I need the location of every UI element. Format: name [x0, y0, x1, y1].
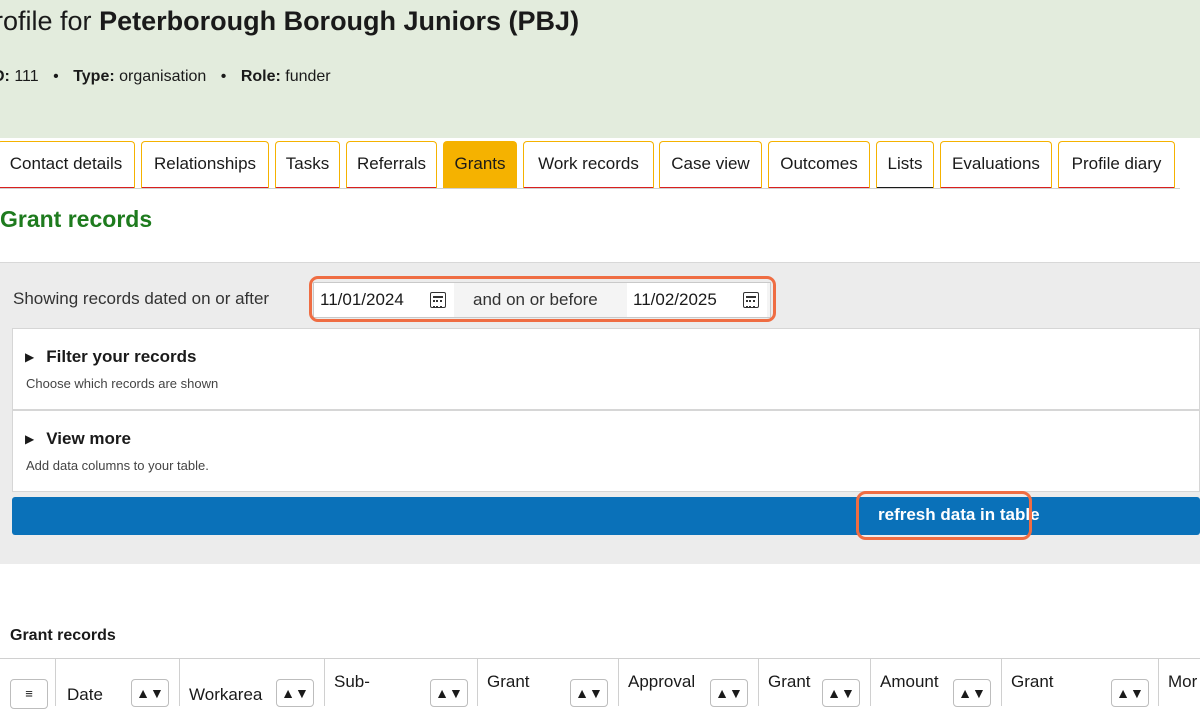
column-label: Grant	[1011, 672, 1054, 691]
sort-icon[interactable]: ▲▼	[1111, 679, 1149, 707]
column-header-grant-2: Grant ▲▼	[759, 659, 871, 707]
table-caption: Grant records	[10, 627, 116, 644]
filter-records-title: Filter your records	[46, 347, 197, 366]
sort-icon[interactable]: ▲▼	[131, 679, 169, 707]
column-label: Workarea	[189, 685, 263, 704]
sort-icon[interactable]: ▲▼	[276, 679, 314, 707]
column-label: Grant	[487, 672, 530, 691]
organisation-name: Peterborough Borough Juniors (PBJ)	[99, 6, 580, 36]
column-header-more: Mor	[1159, 659, 1200, 706]
filter-records-toggle[interactable]: ▶ Filter your records	[25, 347, 196, 367]
triangle-right-icon: ▶	[25, 350, 35, 364]
column-label: Sub-	[334, 672, 370, 691]
table-header-row: ≡ Date ▲▼ Workarea ▲▼ Sub- ▲▼ Grant ▲▼ A…	[0, 658, 1200, 709]
sort-icon[interactable]: ▲▼	[822, 679, 860, 707]
tab-grants[interactable]: Grants	[443, 141, 517, 189]
column-header-sub: Sub- ▲▼	[325, 659, 478, 707]
view-more-title: View more	[46, 429, 131, 448]
id-label: D:	[0, 68, 10, 85]
meta-separator: •	[220, 68, 227, 85]
role-value: funder	[285, 68, 331, 85]
date-from-input[interactable]: 11/01/2024	[314, 283, 454, 317]
sort-icon[interactable]: ▲▼	[953, 679, 991, 707]
column-header-approval: Approval ▲▼	[619, 659, 759, 707]
view-more-toggle[interactable]: ▶ View more	[25, 429, 131, 449]
tab-referrals[interactable]: Referrals	[346, 141, 437, 189]
column-label: Approval	[628, 672, 696, 691]
column-label: Date	[67, 685, 103, 704]
page-title-prefix: rofile for	[0, 6, 92, 36]
refresh-data-label[interactable]: refresh data in table	[878, 505, 1040, 525]
tab-relationships[interactable]: Relationships	[141, 141, 269, 189]
filter-records-subtitle: Choose which records are shown	[26, 376, 219, 391]
tab-contact-details[interactable]: Contact details	[0, 141, 135, 189]
column-header-date: Date ▲▼	[56, 659, 180, 707]
date-range-label: Showing records dated on or after	[13, 289, 270, 308]
page-title: rofile for Peterborough Borough Juniors …	[0, 6, 579, 37]
sort-icon[interactable]: ▲▼	[710, 679, 748, 707]
tabs-divider	[0, 188, 1180, 189]
column-header-grant-3: Grant ▲▼	[1002, 659, 1159, 707]
column-header-workarea: Workarea ▲▼	[180, 659, 325, 707]
view-more-subtitle: Add data columns to your table.	[26, 458, 209, 473]
date-range-middle-label: and on or before	[473, 290, 598, 309]
sort-icon[interactable]: ▲▼	[430, 679, 468, 707]
column-label: Amount	[880, 672, 939, 691]
tab-profile-diary[interactable]: Profile diary	[1058, 141, 1175, 189]
tab-outcomes[interactable]: Outcomes	[768, 141, 870, 189]
column-header-amount: Amount ▲▼	[871, 659, 1002, 707]
date-range-group: 11/01/2024 and on or before 11/02/2025	[313, 282, 771, 318]
column-label: Grant	[768, 672, 811, 691]
date-from-value: 11/01/2024	[320, 290, 404, 309]
tab-work-records[interactable]: Work records	[523, 141, 654, 189]
calendar-icon[interactable]	[743, 292, 759, 308]
calendar-icon[interactable]	[430, 292, 446, 308]
id-value: 111	[14, 68, 39, 85]
type-value: organisation	[119, 68, 207, 85]
date-to-input[interactable]: 11/02/2025	[627, 283, 767, 317]
triangle-right-icon: ▶	[25, 432, 35, 446]
section-title: Grant records	[0, 206, 153, 232]
tab-tasks[interactable]: Tasks	[275, 141, 340, 189]
column-menu-cell: ≡	[0, 659, 56, 709]
sort-icon[interactable]: ▲▼	[570, 679, 608, 707]
role-label: Role:	[240, 68, 281, 85]
profile-meta: D: 111 • Type: organisation • Role: fund…	[0, 68, 331, 86]
column-label: Mor	[1168, 672, 1198, 691]
type-label: Type:	[73, 68, 115, 85]
filter-records-expander[interactable]: ▶ Filter your records Choose which record…	[12, 328, 1200, 410]
profile-header: rofile for Peterborough Borough Juniors …	[0, 0, 1200, 138]
date-to-value: 11/02/2025	[633, 290, 717, 309]
tab-case-view[interactable]: Case view	[659, 141, 762, 189]
column-header-grant-1: Grant ▲▼	[478, 659, 619, 707]
tab-lists[interactable]: Lists	[876, 141, 934, 189]
tab-evaluations[interactable]: Evaluations	[940, 141, 1052, 189]
view-more-expander[interactable]: ▶ View more Add data columns to your tabl…	[12, 410, 1200, 492]
meta-separator: •	[53, 68, 59, 85]
